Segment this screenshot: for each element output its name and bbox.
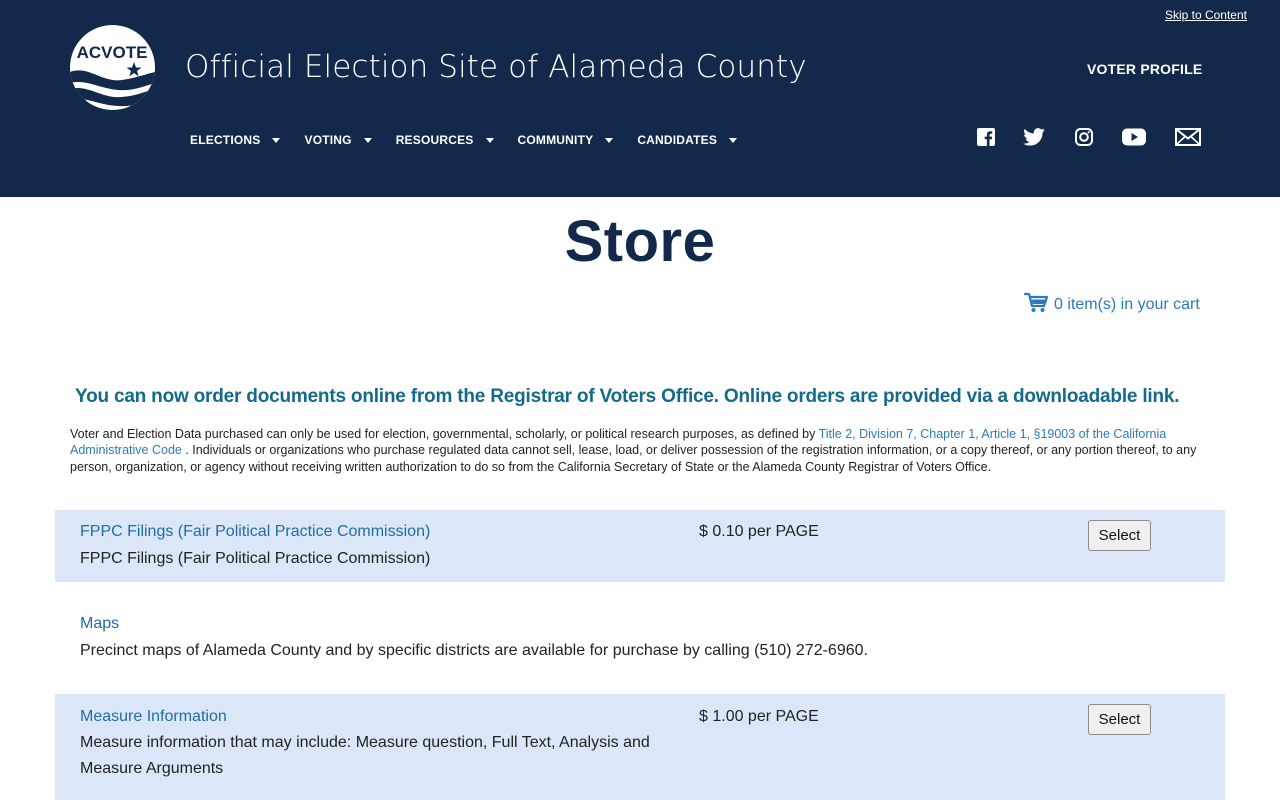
chevron-down-icon	[485, 137, 494, 143]
cart-count-text: 0 item(s) in your cart	[1054, 295, 1200, 313]
nav-label: ELECTIONS	[190, 133, 261, 147]
logo-star-icon	[126, 62, 142, 77]
nav-community[interactable]: COMMUNITY	[518, 133, 614, 147]
page-title: Store	[564, 209, 716, 274]
acvote-logo[interactable]: ACVOTE	[70, 25, 155, 110]
product-row: Maps Precinct maps of Alameda County and…	[55, 602, 1225, 674]
nav-label: RESOURCES	[395, 133, 474, 147]
main-nav: ELECTIONS VOTING RESOURCES COMMUNITY CAN…	[190, 133, 761, 147]
instagram-icon[interactable]	[1075, 126, 1093, 148]
nav-voting[interactable]: VOTING	[304, 133, 372, 147]
chevron-down-icon	[605, 137, 614, 143]
shopping-cart-icon	[1023, 291, 1049, 318]
twitter-icon[interactable]	[1023, 126, 1045, 148]
product-price: $ 1.00 per PAGE	[699, 708, 819, 725]
voter-profile-link[interactable]: VOTER PROFILE	[1087, 61, 1202, 77]
chevron-down-icon	[363, 137, 372, 143]
product-name-link[interactable]: FPPC Filings (Fair Political Practice Co…	[80, 523, 430, 541]
nav-label: CANDIDATES	[637, 133, 718, 147]
facebook-icon[interactable]	[977, 126, 995, 148]
select-button[interactable]: Select	[1088, 704, 1151, 735]
data-use-disclaimer: Voter and Election Data purchased can on…	[70, 426, 1210, 475]
product-description: FPPC Filings (Fair Political Practice Co…	[80, 550, 431, 567]
nav-candidates[interactable]: CANDIDATES	[637, 133, 738, 147]
skip-to-content-link[interactable]: Skip to Content	[1165, 8, 1247, 22]
product-price: $ 0.10 per PAGE	[699, 523, 819, 540]
nav-elections[interactable]: ELECTIONS	[190, 133, 281, 147]
cart-link[interactable]: 0 item(s) in your cart	[1023, 291, 1200, 318]
logo-text: ACVOTE	[77, 43, 148, 62]
product-name-link[interactable]: Maps	[80, 615, 119, 633]
chevron-down-icon	[272, 137, 281, 143]
product-row: FPPC Filings (Fair Political Practice Co…	[55, 510, 1225, 582]
chevron-down-icon	[729, 137, 738, 143]
product-name-link[interactable]: Measure Information	[80, 708, 227, 726]
disclaimer-text: Voter and Election Data purchased can on…	[70, 427, 819, 441]
youtube-icon[interactable]	[1122, 126, 1146, 148]
nav-label: COMMUNITY	[517, 133, 594, 147]
nav-label: VOTING	[304, 133, 352, 147]
select-button[interactable]: Select	[1088, 520, 1151, 551]
site-title[interactable]: Official Election Site of Alameda County	[185, 49, 807, 85]
nav-resources[interactable]: RESOURCES	[396, 133, 494, 147]
email-icon[interactable]	[1175, 126, 1201, 148]
product-description: Precinct maps of Alameda County and by s…	[80, 642, 868, 659]
product-description: Measure information that may include: Me…	[80, 734, 650, 777]
site-header: Skip to Content ACVOTE Official Election…	[0, 0, 1280, 197]
online-orders-notice: You can now order documents online from …	[75, 386, 1180, 407]
product-row: Measure Information Measure information …	[55, 694, 1225, 800]
disclaimer-text-continued: . Individuals or organizations who purch…	[70, 443, 1197, 474]
